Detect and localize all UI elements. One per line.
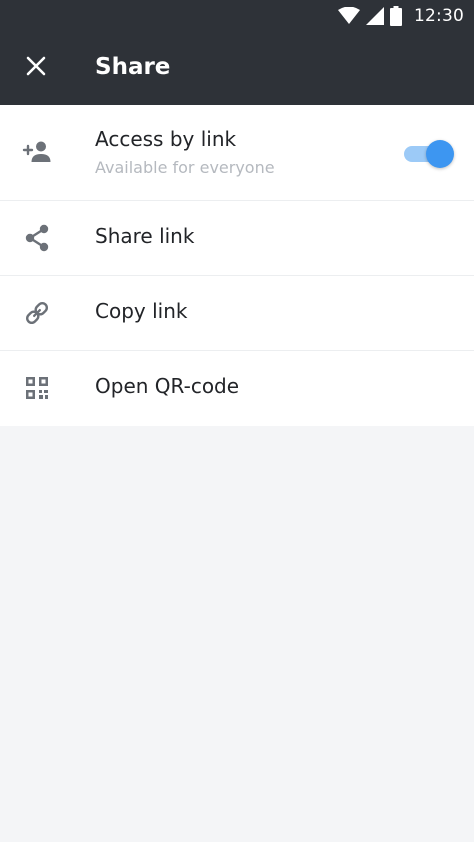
- open-qr-code-row[interactable]: Open QR-code: [0, 351, 474, 426]
- close-icon: [26, 56, 46, 80]
- wifi-icon: [338, 7, 360, 25]
- share-icon: [22, 223, 52, 253]
- battery-icon: [390, 6, 402, 26]
- close-button[interactable]: [20, 52, 52, 84]
- copy-link-row[interactable]: Copy link: [0, 276, 474, 351]
- status-icons: 12:30: [338, 4, 464, 28]
- open-qr-code-label: Open QR-code: [95, 374, 240, 398]
- toggle-thumb: [426, 140, 454, 168]
- copy-link-label: Copy link: [95, 299, 188, 323]
- access-by-link-row[interactable]: Access by link Available for everyone: [0, 105, 474, 201]
- page-title: Share: [95, 54, 171, 80]
- status-time: 12:30: [414, 6, 464, 26]
- share-link-row[interactable]: Share link: [0, 201, 474, 276]
- toolbar: Share: [0, 32, 474, 105]
- link-icon: [22, 298, 52, 328]
- status-bar: 12:30: [0, 0, 474, 32]
- signal-icon: [366, 7, 384, 25]
- share-link-label: Share link: [95, 224, 195, 248]
- access-by-link-label: Access by link: [95, 127, 237, 151]
- share-options-list: Access by link Available for everyone Sh…: [0, 105, 474, 426]
- app-bar: 12:30 Share: [0, 0, 474, 105]
- access-by-link-sublabel: Available for everyone: [95, 158, 275, 177]
- add-person-icon: [22, 137, 52, 167]
- access-by-link-toggle[interactable]: [404, 139, 454, 168]
- qr-code-icon: [22, 373, 52, 403]
